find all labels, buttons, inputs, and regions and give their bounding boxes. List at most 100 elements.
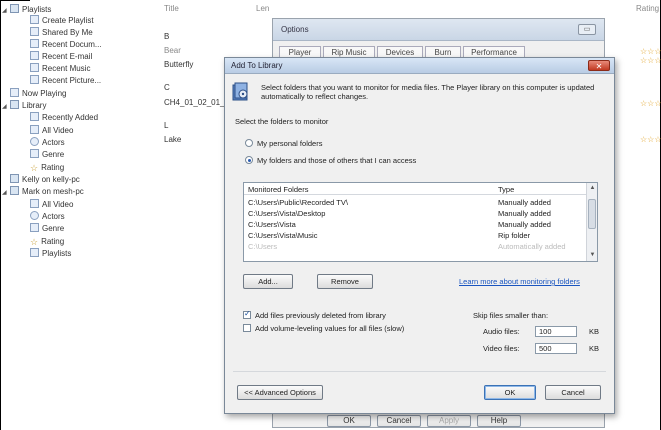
tree-item-label: All Video [42, 200, 74, 209]
tree-item[interactable]: Playlists [22, 248, 71, 260]
rating-stars[interactable]: ☆☆☆☆☆ [640, 47, 661, 56]
folder-path: C:\Users [248, 242, 278, 251]
options-apply-button[interactable]: Apply [427, 415, 471, 427]
tree-item-label: Library [22, 101, 47, 110]
expand-arrow-icon[interactable]: ◢ [2, 5, 10, 17]
star-icon: ☆ [30, 237, 39, 247]
folders-scrollbar[interactable]: ▲ ▼ [586, 183, 597, 261]
column-header-folder[interactable]: Monitored Folders [248, 185, 308, 194]
radio-all-folders[interactable] [245, 156, 253, 164]
tree-item[interactable]: Create Playlist [22, 15, 94, 27]
dialog-description: Select folders that you want to monitor … [261, 83, 595, 101]
checkbox-deleted-files[interactable] [243, 309, 251, 319]
tree-item[interactable]: Genre [22, 149, 64, 161]
ok-button[interactable]: OK [484, 385, 536, 400]
tree-item-label: Genre [42, 150, 65, 159]
advanced-options-button[interactable]: << Advanced Options [237, 385, 323, 400]
person-icon [30, 211, 39, 220]
tree-item[interactable]: All Video [22, 199, 73, 211]
folder-type: Manually added [498, 209, 551, 218]
radio-all-label[interactable]: My folders and those of others that I ca… [257, 156, 416, 165]
playlist-icon [30, 199, 39, 208]
folder-row[interactable]: C:\Users\Vista\Desktop Manually added [244, 208, 587, 219]
tree-item[interactable]: Genre [22, 223, 64, 235]
tree-item[interactable]: Recent Docum... [22, 39, 102, 51]
folder-row[interactable]: C:\Users\Public\Recorded TV\ Manually add… [244, 197, 587, 208]
folder-row[interactable]: C:\Users\Vista\Music Rip folder [244, 230, 587, 241]
playlist-icon [30, 27, 39, 36]
list-item[interactable]: Bear [164, 46, 181, 55]
tree-item-label: Shared By Me [42, 28, 93, 37]
rating-stars[interactable]: ☆☆☆☆☆ [640, 56, 661, 65]
rating-stars[interactable]: ☆☆☆☆☆ [640, 99, 661, 108]
list-item[interactable]: Butterfly [164, 60, 193, 69]
tree-item[interactable]: ◢ Library [2, 100, 46, 112]
learn-more-link[interactable]: Learn more about monitoring folders [459, 277, 580, 286]
tree-item[interactable]: Recent E-mail [22, 51, 92, 63]
tree-item-label: Kelly on kelly-pc [22, 175, 80, 184]
tree-item-label: Recently Added [42, 113, 99, 122]
dialog-title-bar[interactable]: Add To Library ✕ [225, 58, 614, 74]
folder-row[interactable]: C:\Users Automatically added [244, 241, 587, 252]
radio-personal-folders[interactable] [245, 139, 253, 147]
video-files-label: Video files: [483, 344, 520, 353]
checkbox-volume-leveling[interactable] [243, 324, 251, 332]
list-item[interactable]: L [164, 121, 168, 130]
playlist-icon [30, 248, 39, 257]
tree-item[interactable]: Recent Picture... [22, 75, 101, 87]
video-size-input[interactable]: 500 [535, 343, 577, 354]
audio-size-input[interactable]: 100 [535, 326, 577, 337]
tree-item[interactable]: Kelly on kelly-pc [2, 174, 80, 186]
scroll-down-icon[interactable]: ▼ [588, 251, 597, 260]
add-folder-button[interactable]: Add... [243, 274, 293, 289]
tree-item-label: Rating [41, 163, 65, 172]
playlist-icon [30, 15, 39, 24]
tree-item-label: Recent Docum... [42, 40, 102, 49]
options-help-button[interactable]: Help [477, 415, 521, 427]
tree-item[interactable]: ◢ Mark on mesh-pc [2, 186, 84, 198]
dialog-title: Add To Library [231, 61, 283, 70]
tree-item[interactable]: ☆ Rating [22, 162, 64, 174]
column-header-rating[interactable]: Rating [636, 4, 659, 13]
options-title-bar[interactable]: Options ▭ [273, 19, 604, 41]
tree-item-label: Playlists [22, 5, 52, 14]
checkbox-volume-label[interactable]: Add volume-leveling values for all files… [255, 324, 404, 333]
tree-item-label: Now Playing [22, 89, 67, 98]
scroll-thumb[interactable] [588, 199, 596, 229]
column-header-length[interactable]: Len [256, 4, 269, 13]
column-header-type[interactable]: Type [498, 185, 514, 194]
tree-item[interactable]: Shared By Me [22, 27, 93, 39]
person-icon [30, 137, 39, 146]
remove-folder-button[interactable]: Remove [317, 274, 373, 289]
checkbox-deleted-label[interactable]: Add files previously deleted from librar… [255, 311, 386, 320]
computer-icon [10, 100, 19, 109]
tree-item[interactable]: Now Playing [2, 88, 66, 100]
video-kb-label: KB [589, 344, 600, 353]
rating-stars[interactable]: ☆☆☆☆☆ [640, 135, 661, 144]
list-item[interactable]: Lake [164, 135, 181, 144]
tree-item[interactable]: Recently Added [22, 112, 98, 124]
options-cancel-button[interactable]: Cancel [377, 415, 421, 427]
expand-arrow-icon[interactable]: ◢ [2, 101, 10, 113]
radio-personal-label[interactable]: My personal folders [257, 139, 322, 148]
monitored-folders-list[interactable]: Monitored Folders Type C:\Users\Public\R… [243, 182, 598, 262]
tree-item[interactable]: Recent Music [22, 63, 90, 75]
cancel-button[interactable]: Cancel [545, 385, 601, 400]
options-close-button[interactable]: ▭ [578, 24, 596, 35]
divider [233, 371, 606, 372]
tree-item-label: Recent Music [42, 64, 91, 73]
select-folders-label: Select the folders to monitor [235, 117, 329, 126]
list-item[interactable]: B [164, 32, 169, 41]
tree-item[interactable]: Actors [22, 211, 65, 223]
skip-files-label: Skip files smaller than: [473, 311, 549, 320]
list-item[interactable]: C [164, 83, 170, 92]
close-icon[interactable]: ✕ [588, 60, 610, 71]
expand-arrow-icon[interactable]: ◢ [2, 187, 10, 199]
scroll-up-icon[interactable]: ▲ [588, 184, 597, 193]
tree-item[interactable]: ☆ Rating [22, 236, 64, 248]
folder-row[interactable]: C:\Users\Vista Manually added [244, 219, 587, 230]
options-ok-button[interactable]: OK [327, 415, 371, 427]
column-header-title[interactable]: Title [164, 4, 179, 13]
tree-item[interactable]: All Video [22, 125, 73, 137]
tree-item[interactable]: Actors [22, 137, 65, 149]
